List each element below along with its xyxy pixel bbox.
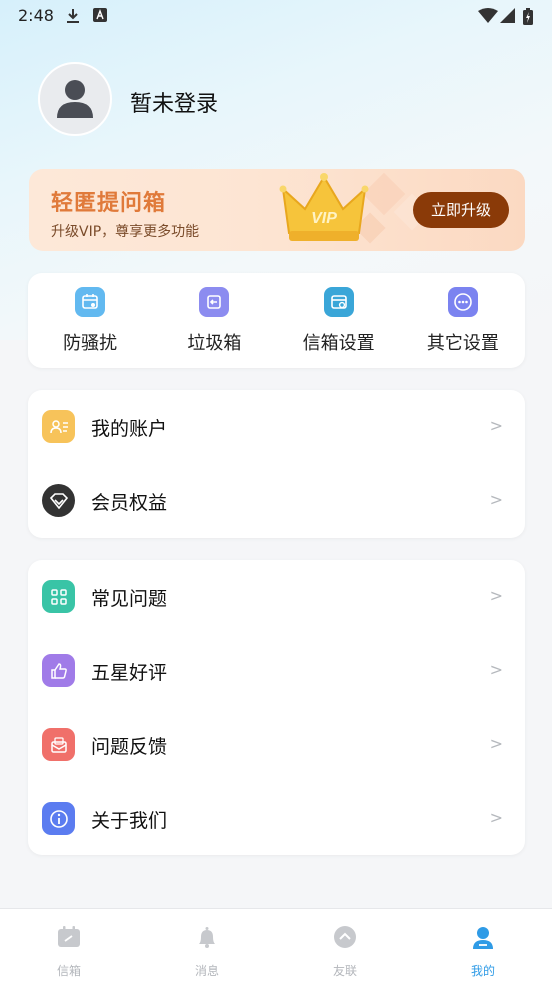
status-time: 2:48 bbox=[18, 6, 54, 25]
friends-circle-icon bbox=[334, 926, 356, 948]
quick-action-trash[interactable]: 垃圾箱 bbox=[152, 273, 276, 368]
quick-action-label: 防骚扰 bbox=[63, 333, 118, 354]
mailbox-settings-icon bbox=[323, 287, 354, 317]
status-bar: 2:48 bbox=[0, 0, 552, 32]
menu-item-label: 关于我们 bbox=[91, 810, 168, 832]
upgrade-button[interactable]: 立即升级 bbox=[413, 192, 509, 228]
more-dots-icon bbox=[447, 287, 478, 317]
menu-item-faq[interactable]: 常见问题 > bbox=[28, 560, 525, 634]
battery-charging-icon bbox=[523, 8, 533, 25]
menu-item-about-us[interactable]: 关于我们 > bbox=[28, 782, 525, 856]
chevron-right-icon: > bbox=[489, 808, 503, 827]
feedback-envelope-icon bbox=[42, 728, 75, 761]
menu-item-feedback[interactable]: 问题反馈 > bbox=[28, 708, 525, 782]
diamond-icon bbox=[42, 484, 75, 517]
menu-item-label: 问题反馈 bbox=[91, 736, 168, 758]
tab-friends[interactable]: 友联 bbox=[276, 909, 414, 984]
keyboard-a-icon bbox=[93, 8, 107, 22]
chevron-right-icon: > bbox=[489, 660, 503, 679]
quick-actions-card: 防骚扰 垃圾箱 信箱设置 其它设置 bbox=[28, 273, 525, 368]
vip-subtitle: 升级VIP，尊享更多功能 bbox=[51, 224, 200, 240]
quick-action-mailbox-settings[interactable]: 信箱设置 bbox=[277, 273, 401, 368]
tab-label: 我的 bbox=[470, 964, 495, 978]
thumbs-up-icon bbox=[42, 654, 75, 687]
tab-messages[interactable]: 消息 bbox=[138, 909, 276, 984]
cell-signal-icon bbox=[500, 8, 515, 23]
user-silhouette-icon bbox=[57, 80, 93, 118]
profile-header[interactable]: 暂未登录 bbox=[38, 62, 518, 138]
profile-icon bbox=[473, 927, 493, 949]
shield-calendar-icon bbox=[75, 287, 106, 317]
quick-action-anti-harassment[interactable]: 防骚扰 bbox=[28, 273, 152, 368]
menu-item-my-account[interactable]: 我的账户 > bbox=[28, 390, 525, 464]
quick-action-other-settings[interactable]: 其它设置 bbox=[401, 273, 525, 368]
quick-action-label: 垃圾箱 bbox=[187, 333, 242, 354]
download-icon bbox=[67, 9, 79, 23]
vip-banner[interactable]: 轻匿提问箱 升级VIP，尊享更多功能 VIP 立即升级 bbox=[29, 169, 525, 251]
menu-item-membership[interactable]: 会员权益 > bbox=[28, 464, 525, 538]
bottom-tab-bar: 信箱 消息 友联 我的 bbox=[0, 908, 552, 984]
quick-action-label: 其它设置 bbox=[426, 333, 499, 354]
help-menu-card: 常见问题 > 五星好评 > 问题反馈 > 关于我们 > bbox=[28, 560, 525, 855]
account-menu-card: 我的账户 > 会员权益 > bbox=[28, 390, 525, 538]
mailbox-icon bbox=[58, 926, 80, 947]
bell-icon bbox=[199, 927, 215, 948]
wifi-icon bbox=[478, 8, 498, 23]
tab-label: 信箱 bbox=[56, 964, 81, 978]
menu-item-five-star-review[interactable]: 五星好评 > bbox=[28, 634, 525, 708]
tab-profile[interactable]: 我的 bbox=[414, 909, 552, 984]
chevron-right-icon: > bbox=[489, 734, 503, 753]
avatar[interactable] bbox=[38, 62, 112, 136]
vip-crown-icon: VIP bbox=[279, 173, 369, 241]
tab-label: 消息 bbox=[194, 964, 219, 978]
info-icon bbox=[42, 802, 75, 835]
trash-return-icon bbox=[199, 287, 230, 317]
login-status-text[interactable]: 暂未登录 bbox=[130, 86, 218, 118]
menu-item-label: 五星好评 bbox=[91, 662, 168, 684]
account-card-icon bbox=[42, 410, 75, 443]
menu-item-label: 我的账户 bbox=[91, 418, 168, 440]
chevron-right-icon: > bbox=[489, 416, 503, 435]
crown-vip-text: VIP bbox=[311, 210, 337, 227]
chevron-right-icon: > bbox=[489, 490, 503, 509]
tab-label: 友联 bbox=[332, 964, 357, 978]
menu-item-label: 会员权益 bbox=[91, 492, 168, 514]
vip-title: 轻匿提问箱 bbox=[51, 191, 167, 216]
menu-item-label: 常见问题 bbox=[91, 588, 168, 610]
quick-action-label: 信箱设置 bbox=[302, 333, 375, 354]
chevron-right-icon: > bbox=[489, 586, 503, 605]
tab-mailbox[interactable]: 信箱 bbox=[0, 909, 138, 984]
grid-faq-icon bbox=[42, 580, 75, 613]
